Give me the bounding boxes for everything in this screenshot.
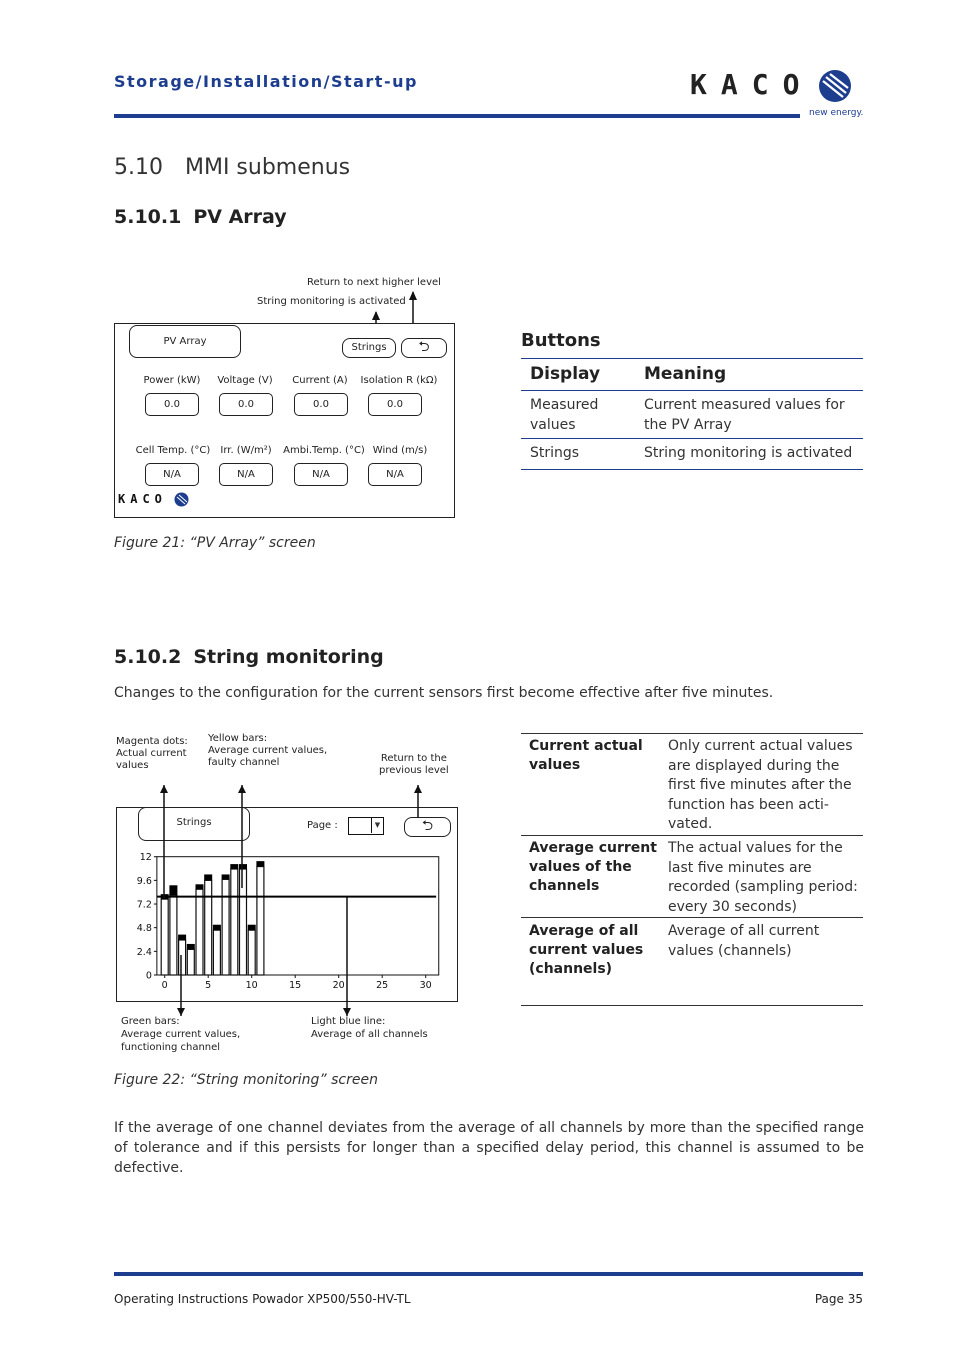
y-tick-label: 2.4 [137,947,152,958]
average-current-bar [221,878,230,976]
green-annotation-arrow-head [177,1008,185,1016]
actual-current-marker [169,885,178,896]
average-current-bar [160,898,169,976]
magenta-annotation-arrow-head [160,785,168,793]
x-tick-label: 15 [289,980,301,991]
actual-current-marker [195,884,204,890]
y-tick-label: 0 [146,971,152,982]
average-current-bar [230,868,239,976]
average-current-bar [169,894,178,976]
average-current-bar [186,948,195,976]
table-desc: Average of all current values (channels) [668,923,820,959]
actual-current-marker [247,924,256,931]
page: Storage/Installation/Start-up KACO new e… [0,0,954,1350]
table-term: Average current values of the channels [529,840,657,894]
x-tick-label: 25 [376,980,388,991]
table-rule [521,917,863,918]
table-desc: Only current actual values are displayed… [668,738,853,832]
average-current-bar [204,879,213,976]
table-rule [521,835,863,836]
figure-22-caption: Figure 22: “String monitoring” screen [114,1072,378,1088]
return-annotation-arrow-head [414,785,422,793]
x-tick-label: 5 [205,980,211,991]
average-current-bar [256,865,265,976]
average-current-bar [238,868,248,976]
blue-annotation-arrow-head [343,1008,351,1016]
actual-current-marker [204,874,213,881]
y-tick-label: 7.2 [137,900,152,911]
y-tick-label: 12 [140,852,152,863]
x-tick-label: 20 [333,980,345,991]
actual-current-marker [178,934,187,941]
average-current-bar [195,888,204,976]
x-tick-label: 30 [420,980,432,991]
closing-paragraph: If the average of one channel deviates f… [114,1120,864,1176]
table-desc: The actual values for the last five minu… [668,840,858,915]
actual-current-marker [239,864,247,870]
footer-page-number: Page 35 [814,1292,863,1306]
table-term: Average of all current values (channels) [529,923,644,977]
actual-current-marker [230,864,239,870]
y-tick-label: 4.8 [137,923,152,934]
actual-current-marker [256,861,265,867]
x-tick-label: 0 [162,980,168,991]
x-tick-label: 10 [246,980,258,991]
table-term: Current actual values [529,738,643,773]
average-current-bar [178,939,187,976]
footer-doc-title: Operating Instructions Powador XP500/550… [114,1292,411,1306]
actual-current-marker [212,924,221,931]
table-rule [521,1005,863,1006]
average-current-bar [212,929,221,976]
footer-rule [114,1272,863,1276]
table-rule [521,733,863,734]
actual-current-marker [186,943,195,950]
actual-current-marker [221,874,230,880]
y-tick-label: 9.6 [137,876,152,887]
average-current-bar [247,929,256,976]
yellow-annotation-arrow-head [238,785,246,793]
